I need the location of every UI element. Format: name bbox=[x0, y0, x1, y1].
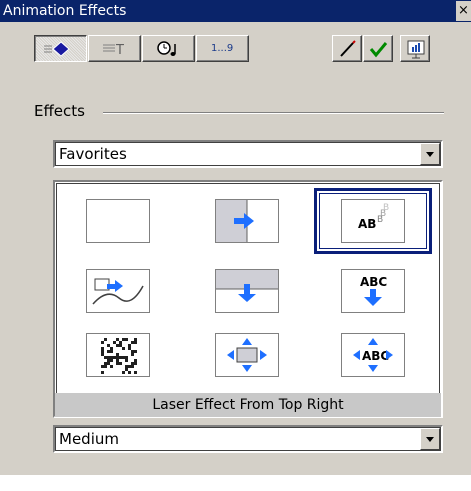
effects-group-label: Effects bbox=[34, 102, 85, 120]
clock-music-icon bbox=[157, 41, 176, 56]
laser-text-icon: AB B B B bbox=[358, 203, 389, 231]
effect-grid: AB B B B ABC ABC bbox=[53, 180, 443, 418]
effect-text-drop[interactable]: ABC bbox=[341, 269, 405, 313]
close-button[interactable]: × bbox=[456, 1, 471, 21]
effect-description: Laser Effect From Top Right bbox=[55, 393, 441, 417]
custom-animation-button[interactable] bbox=[332, 35, 362, 62]
preview-button[interactable] bbox=[400, 35, 430, 62]
effect-text-explode[interactable]: ABC bbox=[341, 333, 405, 377]
svg-text:T: T bbox=[115, 43, 124, 58]
effect-fly-from-right[interactable] bbox=[215, 199, 279, 243]
chevron-down-icon[interactable] bbox=[420, 428, 440, 450]
checkmark-icon bbox=[369, 42, 388, 58]
svg-text:ABC: ABC bbox=[360, 275, 387, 289]
title-bar[interactable]: Animation Effects × bbox=[0, 0, 471, 22]
order-button[interactable]: 1...9 bbox=[196, 35, 249, 62]
text-animation-button[interactable]: T bbox=[88, 35, 141, 62]
text-animation-icon: T bbox=[103, 43, 124, 58]
category-value: Favorites bbox=[59, 145, 127, 163]
effect-blank[interactable] bbox=[86, 199, 150, 243]
object-animation-button[interactable] bbox=[34, 35, 87, 62]
object-animation-icon bbox=[44, 41, 70, 57]
drive-in-icon bbox=[92, 278, 144, 305]
svg-text:AB: AB bbox=[358, 217, 376, 231]
effect-drop-in[interactable] bbox=[215, 269, 279, 313]
effect-dissolve[interactable] bbox=[86, 333, 150, 377]
effect-drive-in[interactable] bbox=[86, 269, 150, 313]
timing-sound-button[interactable] bbox=[142, 35, 195, 62]
order-label: 1...9 bbox=[211, 43, 234, 54]
window-title: Animation Effects bbox=[3, 3, 127, 19]
pen-icon bbox=[340, 40, 356, 57]
flash-outward-icon bbox=[227, 338, 267, 372]
text-drop-icon: ABC bbox=[360, 275, 387, 306]
svg-text:B: B bbox=[383, 203, 389, 213]
svg-text:ABC: ABC bbox=[362, 349, 389, 363]
arrow-right-icon bbox=[216, 200, 254, 242]
speed-select[interactable]: Medium bbox=[53, 425, 443, 453]
animation-effects-window: Animation Effects × T 1...9 Effects Favo… bbox=[0, 0, 471, 475]
category-select[interactable]: Favorites bbox=[53, 140, 443, 168]
arrow-down-icon bbox=[216, 270, 278, 302]
text-explode-icon: ABC bbox=[353, 338, 393, 372]
effect-flash-outward[interactable] bbox=[215, 333, 279, 377]
apply-button[interactable] bbox=[363, 35, 393, 62]
chevron-down-icon[interactable] bbox=[420, 143, 440, 165]
effect-laser-from-top-right[interactable]: AB B B B bbox=[341, 199, 405, 243]
slide-preview-icon bbox=[407, 40, 425, 59]
group-divider bbox=[103, 112, 444, 114]
dissolve-icon bbox=[101, 338, 137, 374]
speed-value: Medium bbox=[59, 430, 119, 448]
